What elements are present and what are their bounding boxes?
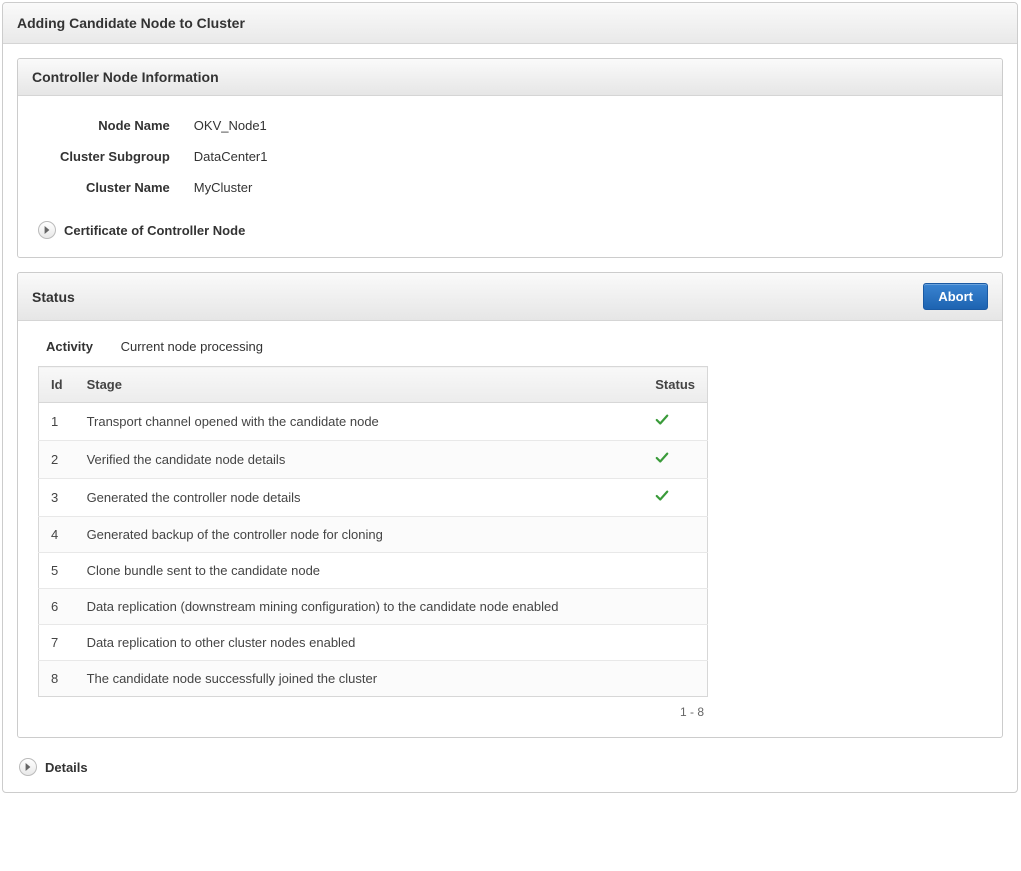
status-title: Status [32,289,75,305]
row-status [643,553,707,589]
activity-value: Current node processing [121,339,263,354]
details-toggle-row[interactable]: Details [17,752,1003,778]
row-stage: The candidate node successfully joined t… [75,661,644,697]
stage-table: Id Stage Status 1Transport channel opene… [38,366,708,697]
table-row: 6Data replication (downstream mining con… [39,589,708,625]
cluster-name-label: Cluster Name [48,172,182,203]
col-stage: Stage [75,367,644,403]
row-id: 5 [39,553,75,589]
row-id: 7 [39,625,75,661]
row-status [643,403,707,441]
check-icon [655,415,669,430]
cluster-subgroup-label: Cluster Subgroup [48,141,182,172]
row-status [643,661,707,697]
page-title: Adding Candidate Node to Cluster [3,3,1017,44]
table-row: 3Generated the controller node details [39,479,708,517]
row-status [643,441,707,479]
controller-info-region: Controller Node Information Node Name OK… [17,58,1003,258]
status-body: Activity Current node processing Id Stag… [18,321,1002,737]
controller-info-title: Controller Node Information [32,69,219,85]
row-id: 3 [39,479,75,517]
row-stage: Clone bundle sent to the candidate node [75,553,644,589]
abort-button[interactable]: Abort [923,283,988,310]
row-id: 2 [39,441,75,479]
certificate-toggle-row[interactable]: Certificate of Controller Node [38,221,982,239]
main-panel: Adding Candidate Node to Cluster Control… [2,2,1018,793]
row-id: 6 [39,589,75,625]
check-icon [655,491,669,506]
row-id: 1 [39,403,75,441]
row-stage: Generated backup of the controller node … [75,517,644,553]
chevron-right-icon[interactable] [38,221,56,239]
cluster-name-value: MyCluster [182,172,280,203]
details-toggle-label: Details [45,760,88,775]
pager: 1 - 8 [38,697,708,719]
chevron-right-icon[interactable] [19,758,37,776]
row-status [643,589,707,625]
certificate-toggle-label: Certificate of Controller Node [64,223,245,238]
table-row: 7Data replication to other cluster nodes… [39,625,708,661]
table-row: 4Generated backup of the controller node… [39,517,708,553]
check-icon [655,453,669,468]
controller-info-body: Node Name OKV_Node1 Cluster Subgroup Dat… [18,96,1002,257]
node-name-label: Node Name [48,110,182,141]
row-status [643,625,707,661]
main-body: Controller Node Information Node Name OK… [3,44,1017,792]
row-status [643,479,707,517]
table-row: 8The candidate node successfully joined … [39,661,708,697]
cluster-subgroup-value: DataCenter1 [182,141,280,172]
node-name-value: OKV_Node1 [182,110,280,141]
status-header: Status Abort [18,273,1002,321]
row-stage: Data replication (downstream mining conf… [75,589,644,625]
row-stage: Generated the controller node details [75,479,644,517]
row-stage: Data replication to other cluster nodes … [75,625,644,661]
table-row: 1Transport channel opened with the candi… [39,403,708,441]
row-status [643,517,707,553]
row-stage: Transport channel opened with the candid… [75,403,644,441]
row-id: 4 [39,517,75,553]
activity-line: Activity Current node processing [38,335,982,366]
col-id: Id [39,367,75,403]
table-row: 5Clone bundle sent to the candidate node [39,553,708,589]
status-region: Status Abort Activity Current node proce… [17,272,1003,738]
table-row: 2Verified the candidate node details [39,441,708,479]
row-id: 8 [39,661,75,697]
controller-info-header: Controller Node Information [18,59,1002,96]
controller-info-table: Node Name OKV_Node1 Cluster Subgroup Dat… [48,110,280,203]
row-stage: Verified the candidate node details [75,441,644,479]
activity-label: Activity [46,339,93,354]
col-status: Status [643,367,707,403]
